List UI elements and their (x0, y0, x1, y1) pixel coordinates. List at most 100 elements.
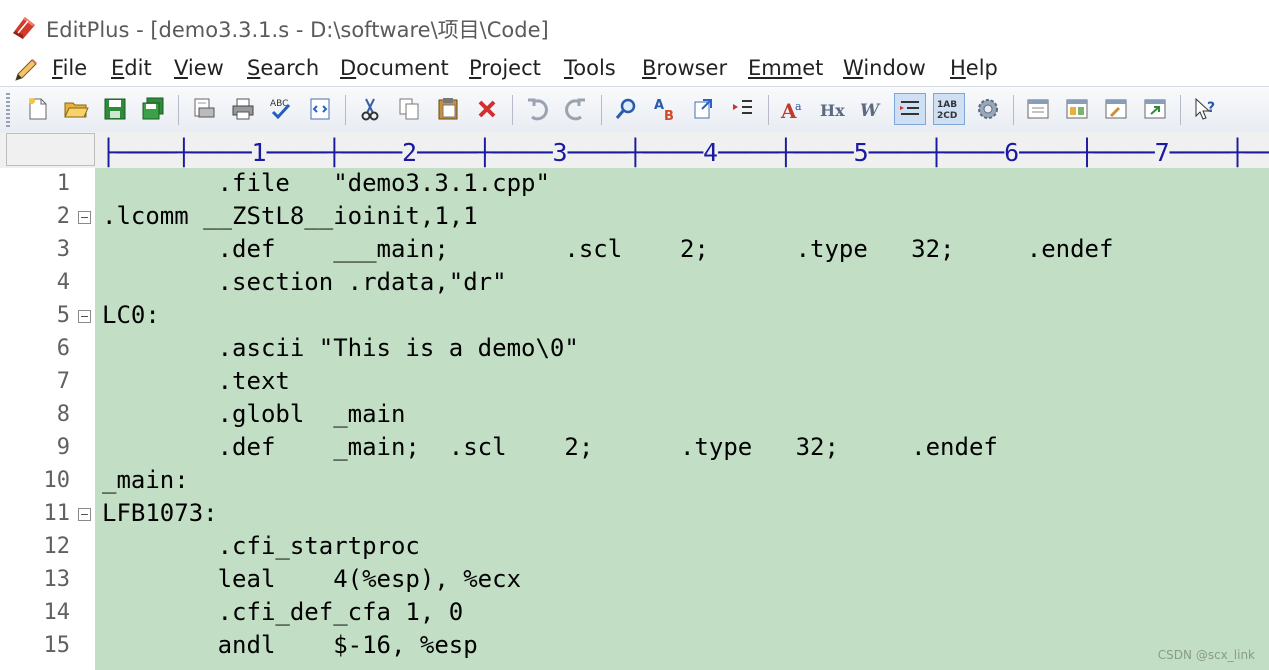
code-text[interactable]: LFB1073: (102, 499, 218, 527)
code-line[interactable]: 2 .lcomm __ZStL8__ioinit,1,1 (0, 201, 1269, 234)
editor[interactable]: 1 .file "demo3.3.1.cpp" 2 .lcomm __ZStL8__… (0, 168, 1269, 670)
copy-icon[interactable] (393, 93, 425, 125)
indent-icon[interactable] (727, 93, 759, 125)
word-wrap-icon[interactable]: W (855, 93, 887, 125)
goto-icon[interactable] (688, 93, 720, 125)
menu-browser[interactable]: Browser (642, 56, 727, 80)
delete-icon[interactable] (471, 93, 503, 125)
line-number: 10 (43, 468, 71, 493)
code-text[interactable]: .section .rdata,"dr" (102, 268, 507, 296)
svg-text:Hx: Hx (820, 101, 845, 120)
svg-text:2CD: 2CD (937, 111, 957, 121)
menu-project[interactable]: Project (469, 56, 541, 80)
code-text[interactable]: .globl _main (102, 400, 406, 428)
font-icon[interactable]: Aa (777, 93, 809, 125)
help-icon[interactable]: ? (1189, 93, 1221, 125)
pencil-icon (15, 59, 37, 81)
code-text[interactable]: .cfi_startproc (102, 532, 420, 560)
line-number: 8 (56, 402, 70, 427)
new-file-icon[interactable] (22, 93, 54, 125)
code-line[interactable]: 12 .cfi_startproc (0, 531, 1269, 564)
redo-icon[interactable] (560, 93, 592, 125)
menu-view[interactable]: View (174, 56, 224, 80)
output-icon[interactable] (1100, 93, 1132, 125)
window-title: EditPlus - [demo3.3.1.s - D:\software\项目… (46, 18, 549, 42)
code-text[interactable]: .text (102, 367, 290, 395)
code-line[interactable]: 1 .file "demo3.3.1.cpp" (0, 168, 1269, 201)
code-line[interactable]: 15 andl $-16, %esp (0, 630, 1269, 663)
code-line[interactable]: 14 .cfi_def_cfa 1, 0 (0, 597, 1269, 630)
code-text[interactable]: .lcomm __ZStL8__ioinit,1,1 (102, 202, 478, 230)
ruler-corner (6, 133, 95, 166)
code-text[interactable]: .cfi_def_cfa 1, 0 (102, 598, 464, 626)
line-numbers-icon[interactable] (894, 93, 926, 125)
code-line[interactable]: 4 .section .rdata,"dr" (0, 267, 1269, 300)
code-line[interactable]: 13 leal 4(%esp), %ecx (0, 564, 1269, 597)
svg-text:a: a (795, 100, 802, 113)
menu-window[interactable]: Window (843, 56, 926, 80)
code-line[interactable]: 5 LC0: (0, 300, 1269, 333)
directory-icon[interactable] (1061, 93, 1093, 125)
svg-text:1AB: 1AB (937, 100, 957, 110)
menu-file[interactable]: File (52, 56, 87, 80)
toolbar-grip[interactable] (6, 93, 10, 127)
paste-icon[interactable] (432, 93, 464, 125)
replace-icon[interactable]: AB (649, 93, 681, 125)
menu-bar: File Edit View Search Document Project T… (0, 54, 1269, 86)
menu-document[interactable]: Document (340, 56, 449, 80)
code-line[interactable]: 11 LFB1073: (0, 498, 1269, 531)
cliptext-icon[interactable] (1022, 93, 1054, 125)
line-number: 6 (56, 336, 70, 361)
svg-text:A: A (654, 98, 664, 113)
menu-search[interactable]: Search (247, 56, 319, 80)
browser-preview-icon[interactable] (304, 93, 336, 125)
svg-text:?: ? (1207, 100, 1215, 116)
hex-icon[interactable]: Hx (816, 93, 848, 125)
code-text[interactable]: _main: (102, 466, 189, 494)
code-line[interactable]: 9 .def _main; .scl 2; .type 32; .endef (0, 432, 1269, 465)
code-line[interactable]: 8 .globl _main (0, 399, 1269, 432)
code-text[interactable]: andl $-16, %esp (102, 631, 478, 659)
fullscreen-icon[interactable] (1139, 93, 1171, 125)
line-number: 3 (56, 237, 70, 262)
code-text[interactable]: leal 4(%esp), %ecx (102, 565, 521, 593)
code-text[interactable]: .ascii "This is a demo\0" (102, 334, 579, 362)
line-number: 11 (43, 501, 71, 526)
menu-edit[interactable]: Edit (111, 56, 152, 80)
undo-icon[interactable] (521, 93, 553, 125)
code-line[interactable]: 6 .ascii "This is a demo\0" (0, 333, 1269, 366)
save-icon[interactable] (99, 93, 131, 125)
line-number: 9 (56, 435, 70, 460)
open-folder-icon[interactable] (60, 93, 92, 125)
print-preview-icon[interactable] (188, 93, 220, 125)
print-icon[interactable] (227, 93, 259, 125)
spell-check-icon[interactable]: ABC (265, 93, 297, 125)
line-number: 7 (56, 369, 70, 394)
code-text[interactable]: .def _main; .scl 2; .type 32; .endef (102, 433, 998, 461)
fold-toggle-icon[interactable] (78, 508, 91, 521)
fold-toggle-icon[interactable] (78, 211, 91, 224)
code-text[interactable]: LC0: (102, 301, 160, 329)
settings-icon[interactable] (972, 93, 1004, 125)
menu-tools[interactable]: Tools (564, 56, 616, 80)
code-line[interactable]: 7 .text (0, 366, 1269, 399)
toolbar-separator (768, 95, 769, 125)
line-number: 5 (56, 303, 70, 328)
menu-emmet[interactable]: Emmet (748, 56, 823, 80)
save-all-icon[interactable] (137, 93, 169, 125)
toolbar: ABC AB Aa Hx W 1AB 2CD ? (0, 86, 1269, 134)
find-icon[interactable] (610, 93, 642, 125)
line-number: 1 (56, 171, 70, 196)
code-text[interactable]: .def ___main; .scl 2; .type 32; .endef (102, 235, 1114, 263)
code-text[interactable]: .file "demo3.3.1.cpp" (102, 169, 550, 197)
column-ruler-icon[interactable]: 1AB 2CD (933, 93, 965, 125)
column-ruler: ├────┼────1────┼────2────┼────3────┼────… (0, 132, 1269, 169)
cut-icon[interactable] (354, 93, 386, 125)
code-line[interactable]: 3 .def ___main; .scl 2; .type 32; .endef (0, 234, 1269, 267)
fold-toggle-icon[interactable] (78, 310, 91, 323)
menu-help[interactable]: Help (950, 56, 998, 80)
title-bar: EditPlus - [demo3.3.1.s - D:\software\项目… (0, 0, 1269, 54)
editplus-app-icon[interactable] (10, 13, 38, 41)
code-line[interactable]: 10 _main: (0, 465, 1269, 498)
toolbar-separator (601, 95, 602, 125)
